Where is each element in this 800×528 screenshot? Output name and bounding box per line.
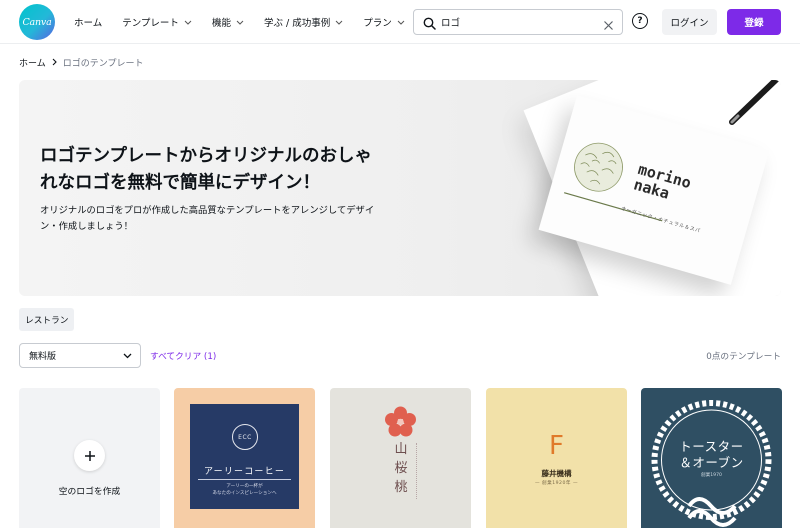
- login-button[interactable]: ログイン: [662, 9, 717, 35]
- coffee-name: アーリーコーヒー: [203, 467, 286, 477]
- fujii-letter: F: [549, 431, 564, 461]
- top-header: Canva ホーム テンプレート 機能 学ぶ / 成功事例 プラン ロゴ ? ロ…: [0, 0, 800, 44]
- plum-blossom-icon: [385, 406, 416, 437]
- chevron-down-icon: [184, 20, 192, 25]
- hero-subtitle: オリジナルのロゴをプロが作成した高品質なテンプレートをアレンジしてデザイン・作成…: [40, 205, 375, 232]
- chevron-down-icon: [236, 20, 244, 25]
- clear-search-icon[interactable]: [603, 16, 614, 35]
- nav-templates-label: テンプレート: [122, 18, 179, 29]
- template-tile-toaster[interactable]: トースター ＆オーブン 創業1970: [641, 388, 782, 528]
- hero-banner: morino naka オーガニック・ナチュラル＆スパ ロゴテンプレートからオリ…: [19, 80, 781, 296]
- chevron-down-icon: [123, 352, 132, 362]
- nav-features-label: 機能: [211, 18, 231, 29]
- nav-home[interactable]: ホーム: [74, 15, 102, 29]
- plus-icon: [74, 440, 105, 471]
- chevron-down-icon: [335, 20, 343, 25]
- nav-plans[interactable]: プラン: [363, 15, 405, 29]
- help-icon[interactable]: ?: [632, 13, 648, 29]
- nav-learn[interactable]: 学ぶ / 成功事例: [264, 15, 343, 29]
- breadcrumb: ホーム ロゴのテンプレート: [19, 55, 143, 69]
- search-icon: [423, 15, 436, 34]
- coffee-badge: ECC: [232, 424, 258, 450]
- template-tile-yusura[interactable]: 山桜桃: [330, 388, 471, 528]
- filter-chip-restaurant[interactable]: レストラン: [19, 308, 75, 331]
- nav-home-label: ホーム: [74, 18, 103, 29]
- coffee-divider: [198, 479, 291, 480]
- fujii-name: 藤井機構: [541, 469, 572, 478]
- template-count: 0点のテンプレート: [706, 352, 781, 362]
- search-box: [413, 9, 623, 35]
- template-tile-fujii[interactable]: F 藤井機構 — 創業1920年 —: [486, 388, 627, 528]
- create-blank-logo-label: 空のロゴを作成: [58, 487, 121, 497]
- nav-learn-label: 学ぶ / 成功事例: [263, 18, 331, 29]
- nav-templates[interactable]: テンプレート: [122, 15, 192, 29]
- nav-features[interactable]: 機能: [212, 15, 244, 29]
- signup-button[interactable]: 登録: [727, 9, 781, 35]
- breadcrumb-current: ロゴのテンプレート: [62, 58, 144, 69]
- breadcrumb-home[interactable]: ホーム: [19, 56, 46, 69]
- price-filter-select[interactable]: 無料版: [19, 343, 141, 368]
- template-tile-early-coffee[interactable]: ECC アーリーコーヒー アーリーの一杯が あなたのインスピレーションへ: [174, 388, 315, 528]
- toaster-name-line-2: ＆オーブン: [679, 455, 744, 470]
- coffee-tagline: アーリーの一杯が あなたのインスピレーションへ: [190, 483, 299, 497]
- canva-logo[interactable]: Canva: [19, 4, 55, 40]
- toaster-name-line-1: トースター: [679, 439, 744, 454]
- clear-all-filters-link[interactable]: すべてクリア (1): [150, 349, 216, 362]
- yusura-name: 山桜桃: [394, 442, 408, 495]
- nav-plans-label: プラン: [363, 18, 392, 29]
- pen-image: [729, 80, 781, 125]
- chevron-right-icon: [52, 58, 57, 66]
- toaster-tagline: 創業1970: [701, 473, 722, 478]
- search-input[interactable]: [441, 14, 601, 30]
- coffee-logo-card: ECC アーリーコーヒー アーリーの一杯が あなたのインスピレーションへ: [190, 404, 299, 509]
- chevron-down-icon: [397, 20, 405, 25]
- hero-title: ロゴテンプレートからオリジナルのおしゃれなロゴを無料で簡単にデザイン！: [40, 146, 372, 193]
- create-blank-logo-tile[interactable]: 空のロゴを作成: [19, 388, 160, 528]
- toaster-name: トースター ＆オーブン: [641, 439, 782, 471]
- fujii-tagline: — 創業1920年 —: [534, 481, 579, 486]
- coffee-tagline-line-2: あなたのインスピレーションへ: [212, 491, 277, 496]
- main-nav: ホーム テンプレート 機能 学ぶ / 成功事例 プラン: [74, 0, 425, 44]
- price-filter-value: 無料版: [29, 352, 57, 362]
- coffee-tagline-line-1: アーリーの一杯が: [226, 484, 263, 489]
- yusura-side-ornament: [416, 443, 420, 499]
